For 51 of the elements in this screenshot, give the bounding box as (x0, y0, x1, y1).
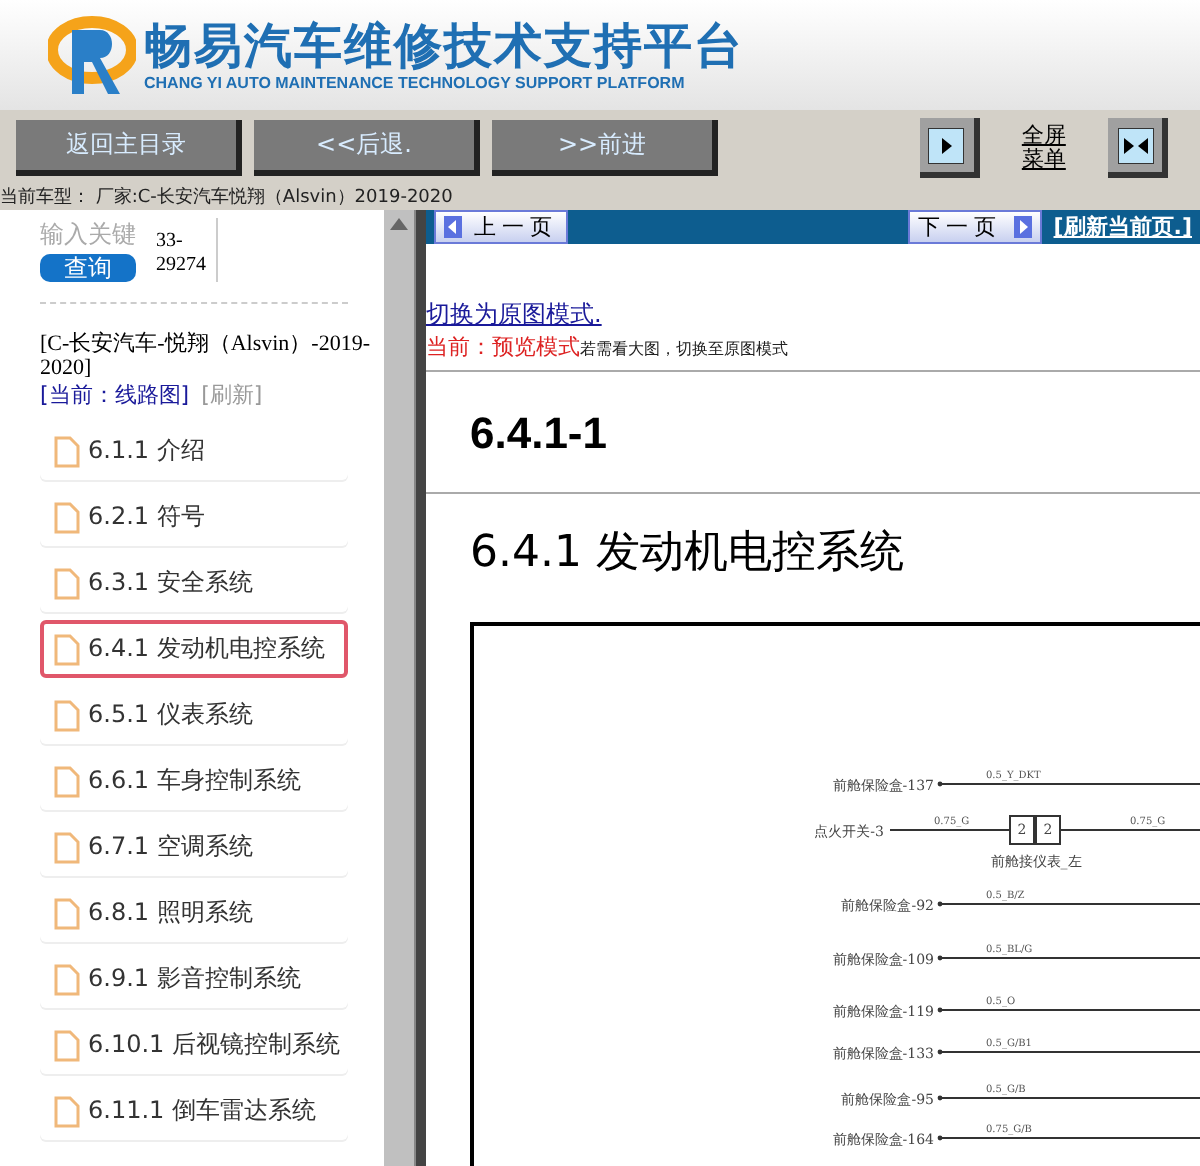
document-icon (54, 765, 80, 797)
document-icon (54, 831, 80, 863)
document-icon (54, 435, 80, 467)
document-icon (54, 1095, 80, 1127)
menu-item[interactable]: 6.4.1 发动机电控系统 (40, 620, 348, 678)
search-field[interactable]: 33-29274 (156, 218, 218, 282)
section-number: 6.4.1-1 (426, 372, 1200, 494)
platform-subtitle: CHANG YI AUTO MAINTENANCE TECHNOLOGY SUPPORT PLATFORM (144, 74, 687, 92)
scroll-up-icon[interactable] (390, 218, 408, 230)
scrollbar[interactable] (384, 210, 414, 1166)
menu-item[interactable]: 6.11.1 倒车雷达系统 (40, 1082, 348, 1140)
logo-icon (48, 13, 136, 97)
menu-item[interactable]: 6.8.1 照明系统 (40, 884, 348, 942)
vehicle-text: [C-长安汽车-悦翔（Alsvin）-2019-2020] (40, 332, 372, 380)
menu-item[interactable]: 6.10.1 后视镜控制系统 (40, 1016, 348, 1074)
collapse-icon (1117, 127, 1153, 163)
document-icon (54, 633, 80, 665)
expand-icon (928, 127, 965, 163)
switch-mode-link[interactable]: 切换为原图模式. (426, 298, 1200, 332)
menu-item[interactable]: 6.9.1 影音控制系统 (40, 950, 348, 1008)
menu-item[interactable]: 6.2.1 符号 (40, 488, 348, 546)
previous-page-button[interactable]: 上一页 (434, 210, 568, 244)
fullscreen-menu-link[interactable]: 全屏菜单 (1019, 124, 1068, 172)
document-icon (54, 897, 80, 929)
menu-item[interactable]: 6.3.1 安全系统 (40, 554, 348, 612)
document-icon (54, 1029, 80, 1061)
mode-label: 当前：预览模式 (426, 332, 580, 362)
search-label: 输入关键 (40, 218, 136, 252)
menu-item[interactable]: 6.1.1 介绍 (40, 422, 348, 480)
expand-menu-button[interactable] (919, 118, 980, 178)
right-arrow-icon (1013, 216, 1032, 238)
refresh-page-link[interactable]: [刷新当前页.] (1053, 212, 1192, 242)
document-icon (54, 699, 80, 731)
toolbar-button[interactable]: 返回主目录 (16, 120, 242, 176)
mode-hint: 若需看大图，切换至原图模式 (580, 338, 788, 360)
document-icon (54, 501, 80, 533)
menu-item[interactable]: 6.7.1 空调系统 (40, 818, 348, 876)
left-arrow-icon (444, 216, 462, 238)
search-button[interactable]: 查询 (40, 254, 136, 282)
platform-title: 畅易汽车维修技术支持平台 (144, 18, 744, 74)
menu-item[interactable]: 6.6.1 车身控制系统 (40, 752, 348, 810)
next-page-button[interactable]: 下一页 (907, 210, 1042, 244)
document-icon (54, 567, 80, 599)
menu-item[interactable]: 6.5.1 仪表系统 (40, 686, 348, 744)
current-view-text: [当前：线路图] (40, 380, 190, 410)
toolbar-button[interactable]: >>前进 (492, 120, 718, 176)
section-heading: 6.4.1 发动机电控系统 (468, 526, 906, 582)
car-model-text: 当前车型： 厂家:C-长安汽车悦翔（Alsvin）2019-2020 (0, 186, 455, 210)
collapse-menu-button[interactable] (1108, 118, 1168, 178)
document-icon (54, 963, 80, 995)
toolbar-button[interactable]: <<后退. (254, 120, 480, 176)
